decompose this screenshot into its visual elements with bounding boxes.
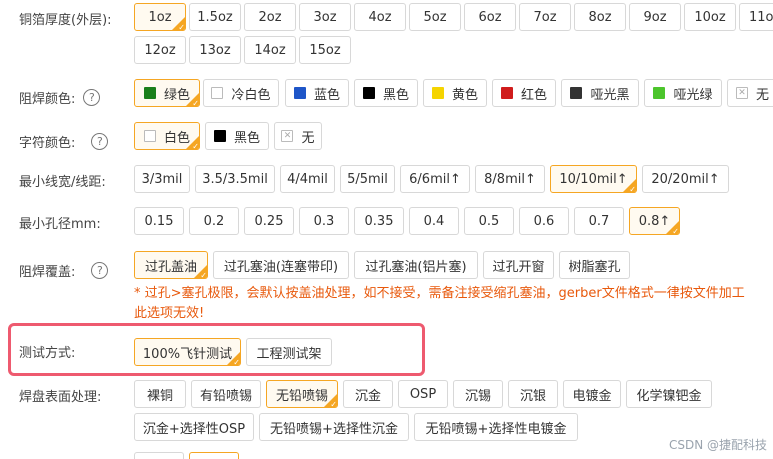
solder-mask-option-matte-black[interactable]: 哑光黑 bbox=[561, 79, 639, 107]
finish-option-enepig[interactable]: 化学镍钯金 bbox=[626, 380, 712, 408]
hole-option-0-2[interactable]: 0.2 bbox=[189, 207, 239, 235]
min-hole-label: 最小孔径mm: bbox=[19, 216, 101, 232]
test-option-flying-probe[interactable]: 100%飞针测试 bbox=[134, 338, 241, 366]
copper-option-3oz[interactable]: 3oz bbox=[299, 3, 351, 31]
copper-option-13oz[interactable]: 13oz bbox=[189, 36, 241, 64]
finish-option-hasl-enig[interactable]: 无铅喷锡+选择性沉金 bbox=[259, 413, 409, 441]
solder-mask-option-green[interactable]: 绿色 bbox=[134, 79, 200, 107]
none-swatch-icon: ✕ bbox=[281, 130, 294, 142]
copper-option-1-5oz[interactable]: 1.5oz bbox=[189, 3, 241, 31]
trace-option-8-8mil[interactable]: 8/8mil↑ bbox=[475, 165, 545, 193]
hole-option-0-35[interactable]: 0.35 bbox=[354, 207, 404, 235]
help-icon[interactable]: ? bbox=[91, 261, 109, 279]
trace-option-6-6mil[interactable]: 6/6mil↑ bbox=[400, 165, 470, 193]
black-swatch-icon bbox=[213, 130, 226, 142]
finish-option-immersion-tin[interactable]: 沉锡 bbox=[453, 380, 503, 408]
matte-green-swatch-icon bbox=[653, 87, 666, 99]
copper-option-15oz[interactable]: 15oz bbox=[299, 36, 351, 64]
solder-mask-option-red[interactable]: 红色 bbox=[492, 79, 556, 107]
finish-option-leaded-hasl[interactable]: 有铅喷锡 bbox=[191, 380, 261, 408]
watermark: CSDN @捷配科技 bbox=[668, 438, 767, 452]
hole-option-0-15[interactable]: 0.15 bbox=[134, 207, 184, 235]
blue-swatch-icon bbox=[293, 87, 306, 99]
black-swatch-icon bbox=[362, 87, 375, 99]
solder-mask-option-cold-white[interactable]: 冷白色 bbox=[203, 79, 279, 107]
hole-option-0-4[interactable]: 0.4 bbox=[409, 207, 459, 235]
via-note-line2: 此选项无效! bbox=[134, 306, 205, 321]
hole-option-0-6[interactable]: 0.6 bbox=[519, 207, 569, 235]
trace-option-10-10mil[interactable]: 10/10mil↑ bbox=[550, 165, 637, 193]
hole-option-0-25[interactable]: 0.25 bbox=[244, 207, 294, 235]
copper-option-7oz[interactable]: 7oz bbox=[519, 3, 571, 31]
solder-mask-color-label: 阻焊颜色:? bbox=[19, 87, 101, 107]
trace-option-5-5mil[interactable]: 5/5mil bbox=[340, 165, 395, 193]
solder-mask-option-matte-green[interactable]: 哑光绿 bbox=[644, 79, 722, 107]
copper-option-5oz[interactable]: 5oz bbox=[409, 3, 461, 31]
via-option-resin-plugged[interactable]: 树脂塞孔 bbox=[559, 251, 630, 279]
partial-option bbox=[134, 452, 184, 459]
finish-option-bare-copper[interactable]: 裸铜 bbox=[134, 380, 186, 408]
solder-mask-option-none[interactable]: ✕ 无 bbox=[727, 79, 773, 107]
via-option-plugged-printed[interactable]: 过孔塞油(连塞带印) bbox=[213, 251, 349, 279]
none-swatch-icon: ✕ bbox=[736, 87, 748, 99]
green-swatch-icon bbox=[143, 87, 156, 99]
via-option-plugged-aluminum[interactable]: 过孔塞油(铝片塞) bbox=[354, 251, 478, 279]
white-swatch-icon bbox=[211, 87, 224, 99]
trace-option-3-5mil[interactable]: 3.5/3.5mil bbox=[195, 165, 275, 193]
copper-option-12oz[interactable]: 12oz bbox=[134, 36, 186, 64]
test-option-test-fixture[interactable]: 工程测试架 bbox=[246, 338, 332, 366]
hole-option-0-8[interactable]: 0.8↑ bbox=[629, 207, 680, 235]
help-icon[interactable]: ? bbox=[83, 88, 101, 106]
silkscreen-option-black[interactable]: 黑色 bbox=[205, 122, 269, 150]
copper-option-10oz[interactable]: 10oz bbox=[684, 3, 736, 31]
via-option-tented[interactable]: 过孔盖油 bbox=[134, 251, 208, 279]
copper-option-8oz[interactable]: 8oz bbox=[574, 3, 626, 31]
matte-black-swatch-icon bbox=[570, 87, 583, 99]
surface-finish-label: 焊盘表面处理: bbox=[19, 389, 102, 405]
via-option-open[interactable]: 过孔开窗 bbox=[483, 251, 554, 279]
via-covering-label: 阻焊覆盖:? bbox=[19, 260, 109, 280]
silkscreen-color-label: 字符颜色:? bbox=[19, 131, 109, 151]
finish-option-osp[interactable]: OSP bbox=[398, 380, 448, 408]
finish-option-electroplated-gold[interactable]: 电镀金 bbox=[563, 380, 621, 408]
silkscreen-option-white[interactable]: 白色 bbox=[134, 122, 200, 150]
help-icon[interactable]: ? bbox=[91, 132, 109, 150]
copper-option-11oz[interactable]: 11o bbox=[739, 3, 773, 31]
finish-option-hasl-electroplated-gold[interactable]: 无铅喷锡+选择性电镀金 bbox=[414, 413, 578, 441]
trace-option-4-4mil[interactable]: 4/4mil bbox=[280, 165, 335, 193]
finish-option-enig[interactable]: 沉金 bbox=[343, 380, 393, 408]
copper-option-6oz[interactable]: 6oz bbox=[464, 3, 516, 31]
white-swatch-icon bbox=[143, 130, 156, 142]
silkscreen-option-none[interactable]: ✕ 无 bbox=[274, 122, 322, 150]
yellow-swatch-icon bbox=[431, 87, 444, 99]
test-method-label: 测试方式: bbox=[19, 345, 76, 361]
finish-option-immersion-silver[interactable]: 沉银 bbox=[508, 380, 558, 408]
solder-mask-option-blue[interactable]: 蓝色 bbox=[285, 79, 349, 107]
copper-option-4oz[interactable]: 4oz bbox=[354, 3, 406, 31]
copper-option-2oz[interactable]: 2oz bbox=[244, 3, 296, 31]
hole-option-0-7[interactable]: 0.7 bbox=[574, 207, 624, 235]
finish-option-enig-osp[interactable]: 沉金+选择性OSP bbox=[134, 413, 254, 441]
finish-option-leadfree-hasl[interactable]: 无铅喷锡 bbox=[266, 380, 338, 408]
partial-option-selected bbox=[189, 452, 239, 459]
solder-mask-option-black[interactable]: 黑色 bbox=[354, 79, 418, 107]
solder-mask-option-yellow[interactable]: 黄色 bbox=[423, 79, 487, 107]
via-note-line1: * 过孔>塞孔极限，会默认按盖油处理，如不接受，需备注接受缩孔塞油，gerber… bbox=[134, 286, 745, 301]
hole-option-0-3[interactable]: 0.3 bbox=[299, 207, 349, 235]
trace-option-3-3mil[interactable]: 3/3mil bbox=[134, 165, 190, 193]
copper-option-9oz[interactable]: 9oz bbox=[629, 3, 681, 31]
copper-thickness-label: 铜箔厚度(外层): bbox=[19, 12, 112, 28]
hole-option-0-5[interactable]: 0.5 bbox=[464, 207, 514, 235]
copper-option-14oz[interactable]: 14oz bbox=[244, 36, 296, 64]
copper-option-1oz[interactable]: 1oz bbox=[134, 3, 186, 31]
trace-width-label: 最小线宽/线距: bbox=[19, 174, 106, 190]
trace-option-20-20mil[interactable]: 20/20mil↑ bbox=[642, 165, 729, 193]
red-swatch-icon bbox=[500, 87, 513, 99]
